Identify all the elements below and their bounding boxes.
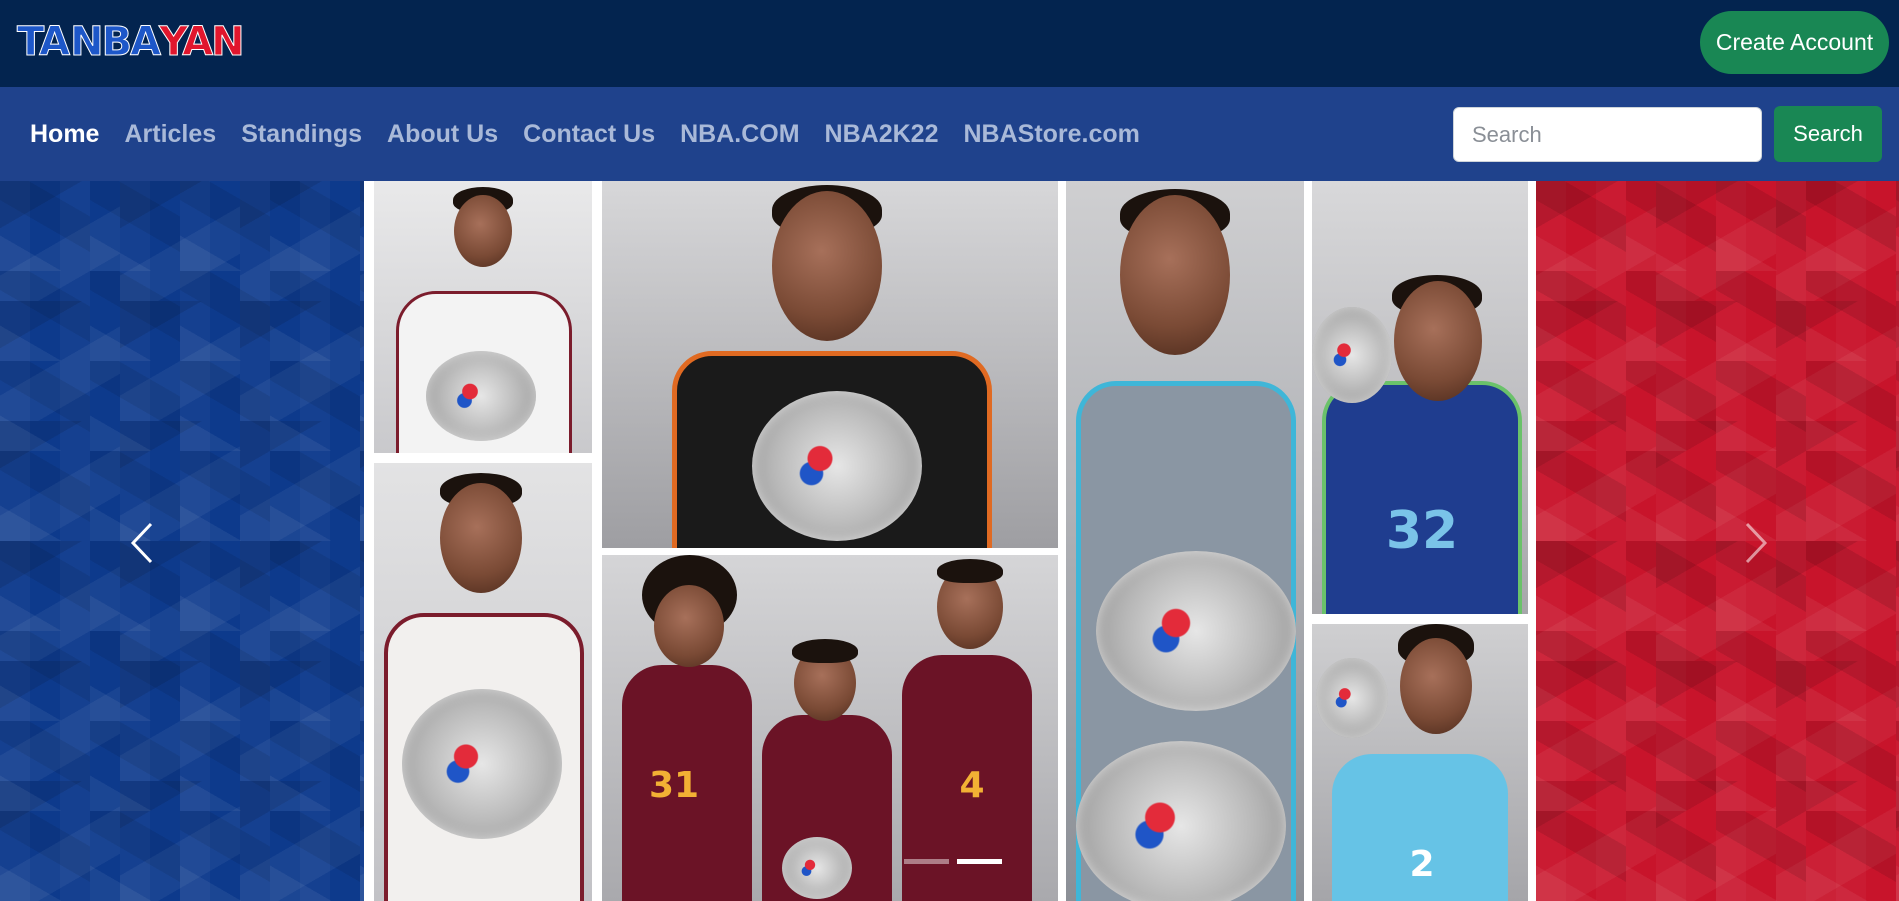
- jersey-number-32: 32: [1385, 501, 1459, 561]
- player-photo-2: [374, 463, 592, 901]
- player-photo-5: [1066, 181, 1304, 901]
- jersey-number-31: 31: [648, 765, 700, 806]
- site-logo[interactable]: TA NBA YAN: [16, 19, 245, 66]
- nav-link-nbastore[interactable]: NBAStore.com: [963, 120, 1139, 149]
- nav-link-contact-us[interactable]: Contact Us: [523, 120, 655, 149]
- top-bar: TA NBA YAN Create Account: [0, 0, 1899, 87]
- nav-link-nba-com[interactable]: NBA.COM: [680, 120, 799, 149]
- player-photo-1: [374, 181, 592, 453]
- carousel-indicator-2[interactable]: [957, 859, 1002, 864]
- jersey-number-4: 4: [959, 765, 985, 806]
- carousel-indicators: [900, 859, 1006, 864]
- chevron-right-icon: [1745, 522, 1768, 564]
- chevron-left-icon: [130, 522, 153, 564]
- create-account-button[interactable]: Create Account: [1700, 11, 1889, 74]
- logo-text-nba: NBA: [70, 19, 162, 66]
- logo-text-yan: YAN: [159, 19, 246, 66]
- carousel-left-backdrop: [0, 181, 364, 901]
- player-photo-3: [602, 181, 1058, 548]
- main-navbar: Home Articles Standings About Us Contact…: [0, 87, 1899, 181]
- nav-link-home[interactable]: Home: [30, 120, 99, 149]
- player-photo-6: 32: [1312, 181, 1528, 614]
- player-photo-group: 31 4: [602, 555, 1058, 901]
- search-input[interactable]: [1453, 107, 1762, 162]
- carousel-prev-button[interactable]: [112, 503, 172, 583]
- rising-stars-collage-image: 31 4 32 2: [364, 181, 1536, 901]
- nav-link-nba2k22[interactable]: NBA2K22: [825, 120, 939, 149]
- search-button[interactable]: Search: [1774, 106, 1882, 162]
- logo-text-ta: TA: [16, 19, 70, 66]
- nav-link-articles[interactable]: Articles: [124, 120, 216, 149]
- jersey-number-2: 2: [1409, 844, 1435, 885]
- carousel-next-button[interactable]: [1726, 503, 1786, 583]
- player-photo-7: 2: [1312, 624, 1528, 901]
- hero-carousel: 31 4 32 2: [0, 181, 1899, 901]
- nav-link-standings[interactable]: Standings: [241, 120, 362, 149]
- nav-links: Home Articles Standings About Us Contact…: [30, 87, 1165, 181]
- nav-link-about-us[interactable]: About Us: [387, 120, 498, 149]
- carousel-indicator-1[interactable]: [904, 859, 949, 864]
- carousel-right-backdrop: [1536, 181, 1899, 901]
